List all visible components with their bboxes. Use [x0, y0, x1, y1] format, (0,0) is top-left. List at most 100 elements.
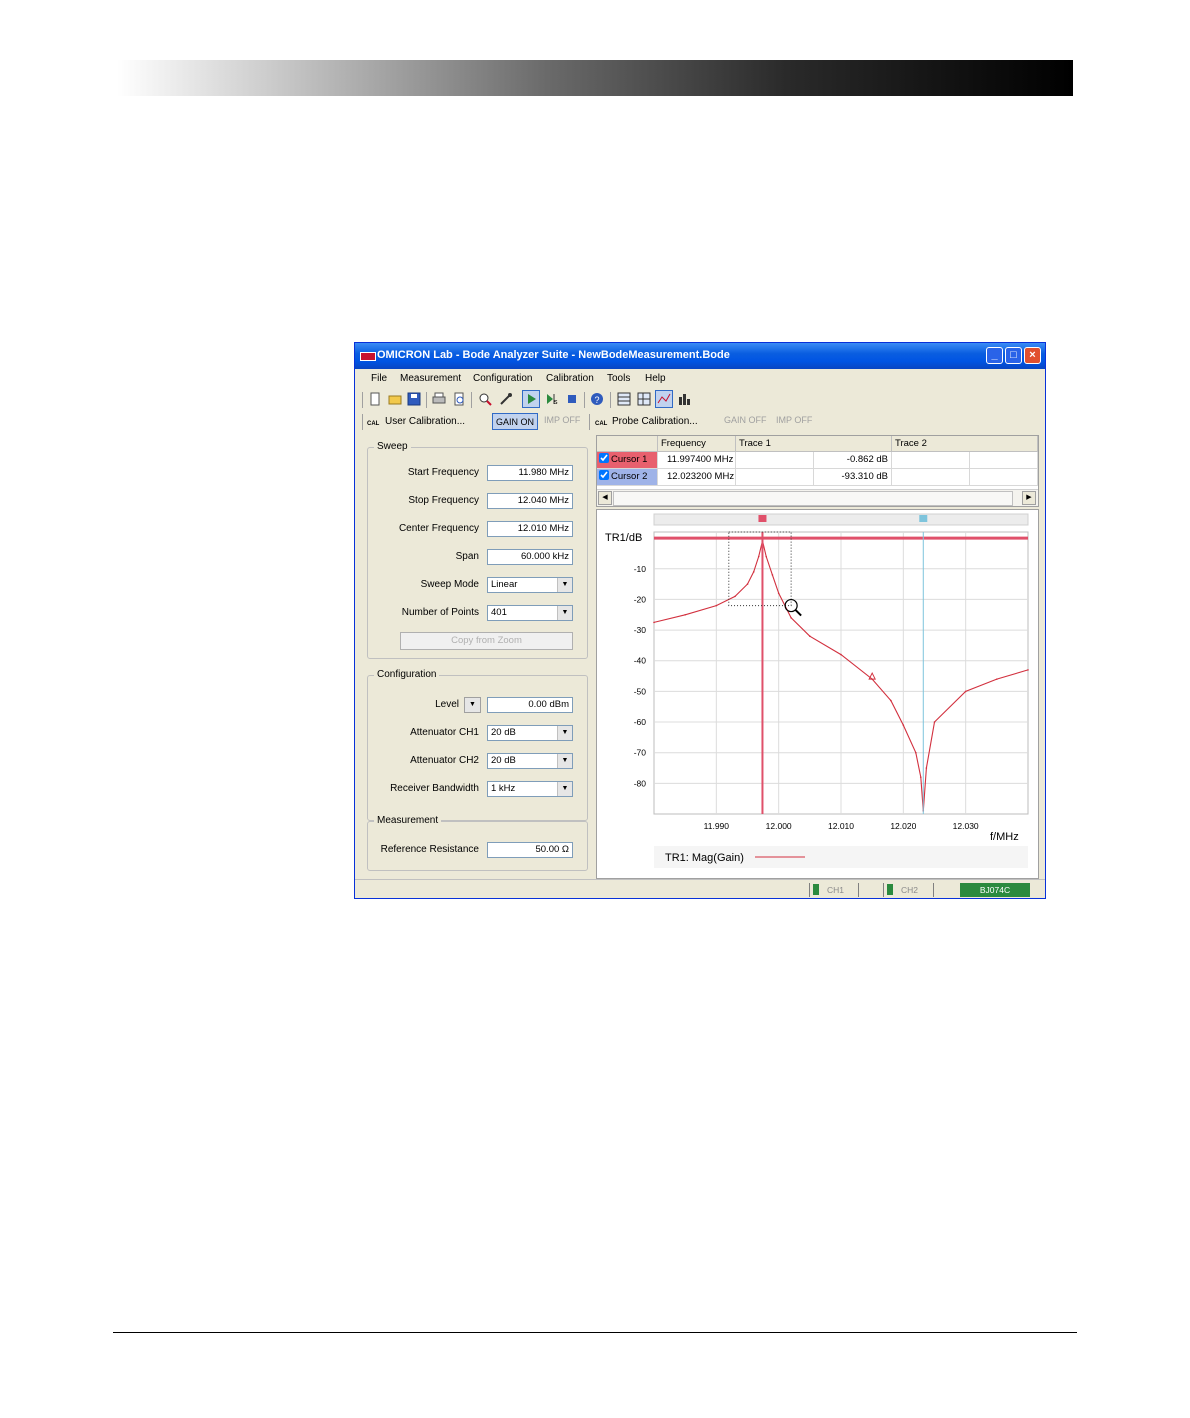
- x-tick-label: 12.010: [828, 821, 854, 831]
- imp-off-toggle-2[interactable]: IMP OFF: [776, 415, 812, 425]
- ch2-status: CH2: [901, 885, 919, 895]
- stop-frequency-input[interactable]: 12.040 MHz: [487, 493, 573, 509]
- menu-configuration[interactable]: Configuration: [473, 373, 532, 384]
- save-icon[interactable]: [407, 392, 421, 406]
- gain-on-toggle[interactable]: GAIN ON: [492, 413, 538, 430]
- number-of-points-select[interactable]: 401 ▼: [487, 605, 573, 621]
- y-tick-label: -20: [634, 594, 647, 604]
- graph-view-icon[interactable]: [655, 390, 673, 408]
- start-frequency-label: Start Frequency: [407, 467, 479, 478]
- receiver-bandwidth-label: Receiver Bandwidth: [390, 783, 479, 794]
- receiver-bandwidth-select[interactable]: 1 kHz ▼: [487, 781, 573, 797]
- horizontal-scrollbar[interactable]: ◀ ▶: [597, 489, 1038, 506]
- help-icon[interactable]: ?: [590, 392, 604, 406]
- start-frequency-input[interactable]: 11.980 MHz: [487, 465, 573, 481]
- x-tick-label: 12.020: [890, 821, 916, 831]
- level-input[interactable]: 0.00 dBm: [487, 697, 573, 713]
- cursor1-checkbox[interactable]: [599, 453, 609, 463]
- data-point: [915, 751, 917, 754]
- reference-resistance-input[interactable]: 50.00 Ω: [487, 842, 573, 858]
- copy-from-zoom-button[interactable]: Copy from Zoom: [400, 632, 573, 650]
- level-label: Level: [435, 699, 459, 710]
- column-header-frequency[interactable]: Frequency: [658, 436, 736, 452]
- chevron-down-icon[interactable]: ▼: [557, 754, 572, 768]
- table-row-cursor2-name[interactable]: Cursor 2: [597, 469, 658, 486]
- y-tick-label: -60: [634, 717, 647, 727]
- column-header-trace2[interactable]: Trace 2: [892, 436, 1038, 452]
- menu-tools[interactable]: Tools: [607, 373, 630, 384]
- chevron-down-icon[interactable]: ▼: [557, 578, 572, 592]
- ch1-led: [813, 884, 819, 895]
- menu-calibration[interactable]: Calibration: [546, 373, 594, 384]
- attenuator-ch1-select[interactable]: 20 dB ▼: [487, 725, 573, 741]
- cursor2-trace1-blank: [736, 469, 814, 486]
- data-point: [771, 574, 774, 576]
- print-preview-icon[interactable]: [452, 392, 466, 406]
- imp-off-toggle[interactable]: IMP OFF: [544, 415, 580, 425]
- bode-chart[interactable]: -10 -20 -30 -40 -50 -60 -70 -80 11.990 12.000 12.0…: [597, 510, 1038, 878]
- print-icon[interactable]: [432, 392, 446, 406]
- minimize-button[interactable]: _: [986, 347, 1003, 364]
- level-dropdown-button[interactable]: ▼: [464, 697, 481, 713]
- chevron-down-icon[interactable]: ▼: [557, 782, 572, 796]
- cursor-marker-2[interactable]: [919, 515, 928, 522]
- x-tick-label: 11.990: [704, 821, 730, 831]
- table-row-cursor1-name[interactable]: Cursor 1: [597, 452, 658, 469]
- settings-pane: Sweep Start Frequency 11.980 MHz Stop Fr…: [359, 435, 593, 879]
- menu-help[interactable]: Help: [645, 373, 666, 384]
- cursor-table: Frequency Trace 1 Trace 2 Cursor 1 11.99…: [596, 435, 1039, 507]
- open-folder-icon[interactable]: [388, 392, 402, 406]
- menu-measurement[interactable]: Measurement: [400, 373, 461, 384]
- user-calibration-button[interactable]: User Calibration...: [385, 416, 465, 427]
- play-icon[interactable]: [522, 390, 540, 408]
- attenuator-ch2-value: 20 dB: [491, 755, 516, 766]
- close-button[interactable]: ×: [1024, 347, 1041, 364]
- plot-pane: -10 -20 -30 -40 -50 -60 -70 -80 11.990 12.000 12.0…: [596, 509, 1039, 879]
- chevron-down-icon[interactable]: ▼: [557, 726, 572, 740]
- zoom-icon[interactable]: [478, 392, 492, 406]
- stop-icon[interactable]: [565, 392, 579, 406]
- grid-view-icon[interactable]: [617, 392, 631, 406]
- data-point: [684, 613, 686, 616]
- toolbar-separator: [610, 392, 611, 408]
- scroll-left-icon[interactable]: ◀: [598, 491, 612, 505]
- new-file-icon[interactable]: [368, 392, 382, 406]
- page-header-bar: [117, 60, 1073, 96]
- cursor2-checkbox[interactable]: [599, 470, 609, 480]
- attenuator-ch2-select[interactable]: 20 dB ▼: [487, 753, 573, 769]
- probe-cal-icon: CAL: [595, 421, 608, 427]
- x-tick-label: 12.000: [766, 821, 792, 831]
- probe-calibration-button[interactable]: Probe Calibration...: [612, 416, 698, 427]
- sweep-mode-label: Sweep Mode: [420, 579, 479, 590]
- cursor2-trace1-value: -93.310 dB: [814, 469, 892, 486]
- maximize-button[interactable]: □: [1005, 347, 1022, 364]
- calibration-toolbar: CAL User Calibration... GAIN ON IMP OFF …: [355, 411, 1045, 433]
- status-divider: [933, 883, 934, 897]
- status-divider: [809, 883, 810, 897]
- table-view-icon[interactable]: [637, 392, 651, 406]
- cursor-marker-1[interactable]: [758, 515, 767, 522]
- stop-frequency-label: Stop Frequency: [408, 495, 479, 506]
- measurement-group: Measurement Reference Resistance 50.00 Ω: [367, 815, 588, 871]
- center-frequency-label: Center Frequency: [398, 523, 479, 534]
- gain-off-toggle[interactable]: GAIN OFF: [724, 415, 767, 425]
- sweep-mode-select[interactable]: Linear ▼: [487, 577, 573, 593]
- attenuator-ch1-value: 20 dB: [491, 727, 516, 738]
- status-bar: CH1 CH2 BJ074C: [355, 879, 1045, 898]
- table-corner-header: [597, 436, 658, 452]
- scroll-right-icon[interactable]: ▶: [1022, 491, 1036, 505]
- menu-file[interactable]: File: [371, 373, 387, 384]
- center-frequency-input[interactable]: 12.010 MHz: [487, 521, 573, 537]
- chevron-down-icon[interactable]: ▼: [557, 606, 572, 620]
- span-input[interactable]: 60.000 kHz: [487, 549, 573, 565]
- bar-view-icon[interactable]: [677, 392, 691, 406]
- title-bar[interactable]: OMICRON Lab - Bode Analyzer Suite - NewB…: [355, 343, 1045, 369]
- y-tick-label: -10: [634, 564, 647, 574]
- data-point: [809, 635, 811, 638]
- wrench-icon[interactable]: [499, 392, 513, 406]
- attenuator-ch2-label: Attenuator CH2: [410, 755, 479, 766]
- scroll-thumb[interactable]: [613, 491, 1013, 506]
- cursor2-trace2-blank: [892, 469, 970, 486]
- data-point: [752, 571, 755, 573]
- column-header-trace1[interactable]: Trace 1: [736, 436, 892, 452]
